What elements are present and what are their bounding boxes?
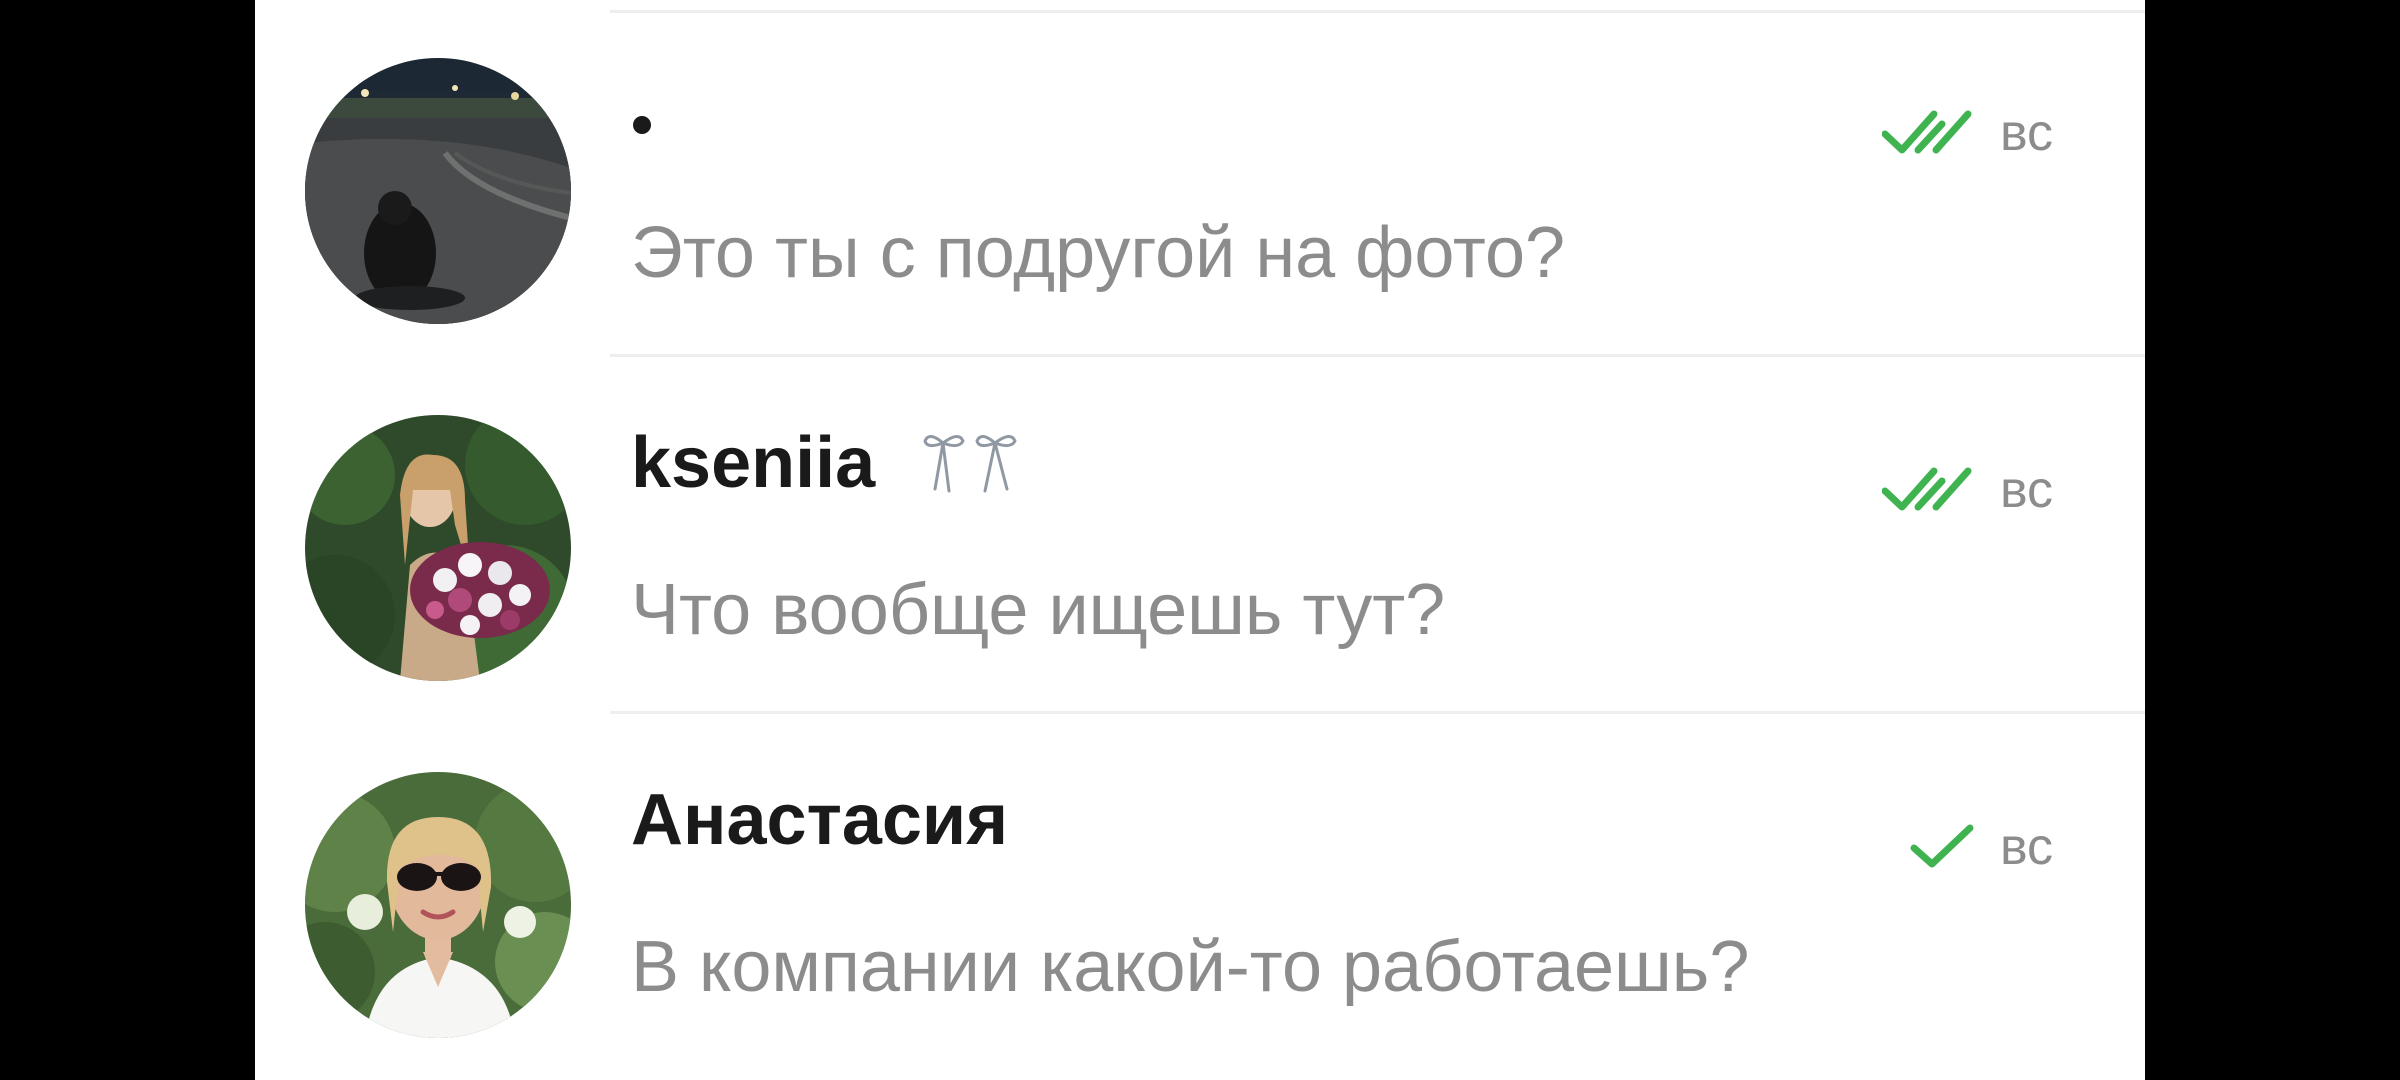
chat-time: вс xyxy=(2000,818,2054,876)
chat-item[interactable]: Анастасия вс В компании какой-то работае… xyxy=(255,714,2145,1071)
chat-item[interactable]: kseniia вс Что вообще ищешь тут? xyxy=(255,357,2145,714)
double-check-icon xyxy=(1882,467,1972,511)
avatar[interactable] xyxy=(305,58,571,324)
chat-preview: В компании какой-то работаешь? xyxy=(631,927,1750,1007)
chat-list: • вс Это ты с подругой на фото? xyxy=(255,0,2145,1080)
chat-preview: Что вообще ищешь тут? xyxy=(631,570,1446,650)
avatar[interactable] xyxy=(305,772,571,1038)
check-icon xyxy=(1910,824,1974,868)
bow-ribbon-icon xyxy=(923,435,1017,493)
double-check-icon xyxy=(1882,110,1972,154)
chat-item[interactable]: • вс Это ты с подругой на фото? xyxy=(255,0,2145,357)
chat-name: Анастасия xyxy=(631,780,1009,860)
chat-preview: Это ты с подругой на фото? xyxy=(631,213,1566,293)
chat-name: kseniia xyxy=(631,423,876,503)
avatar[interactable] xyxy=(305,415,571,681)
chat-time: вс xyxy=(2000,461,2054,519)
chat-time: вс xyxy=(2000,104,2054,162)
